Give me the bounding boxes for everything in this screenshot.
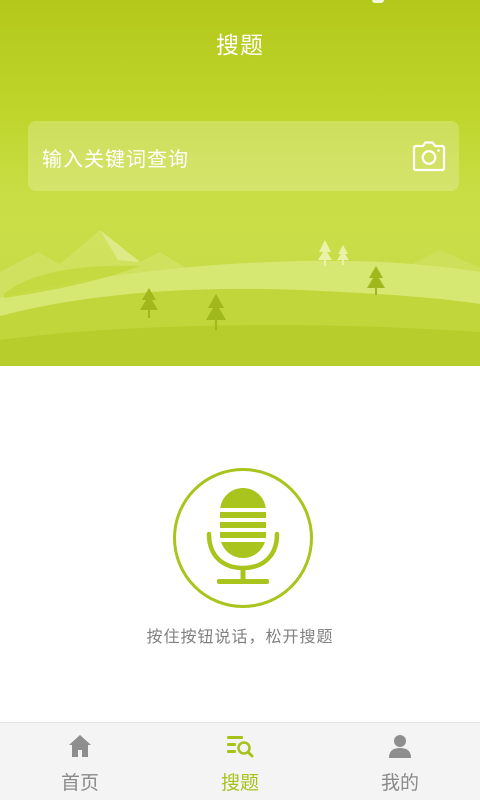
header-banner: 搜题 输入关键词查询 (0, 0, 480, 366)
status-indicator (372, 0, 384, 3)
voice-search-area: 按住按钮说话，松开搜题 (0, 366, 480, 722)
page-title: 搜题 (216, 33, 264, 59)
tab-search[interactable]: 搜题 (160, 723, 320, 800)
voice-record-button[interactable] (173, 468, 313, 608)
search-list-icon (227, 736, 254, 758)
microphone-icon (206, 488, 280, 584)
search-page: 搜题 输入关键词查询 按住按钮说话，松开搜题 首页 搜题 我的 (0, 0, 480, 800)
tab-home-label: 首页 (60, 772, 99, 794)
voice-hint-text: 按住按钮说话，松开搜题 (146, 627, 334, 646)
search-input[interactable]: 输入关键词查询 (28, 121, 459, 191)
home-icon (69, 735, 91, 757)
tab-mine-label: 我的 (380, 772, 419, 794)
search-placeholder: 输入关键词查询 (42, 147, 189, 171)
bottom-tab-bar: 首页 搜题 我的 (0, 722, 480, 800)
landscape-illustration (0, 230, 480, 366)
tab-mine[interactable]: 我的 (320, 723, 480, 800)
tab-home[interactable]: 首页 (0, 723, 160, 800)
tab-search-label: 搜题 (220, 772, 259, 794)
user-icon (389, 735, 411, 758)
camera-icon[interactable] (412, 140, 446, 172)
